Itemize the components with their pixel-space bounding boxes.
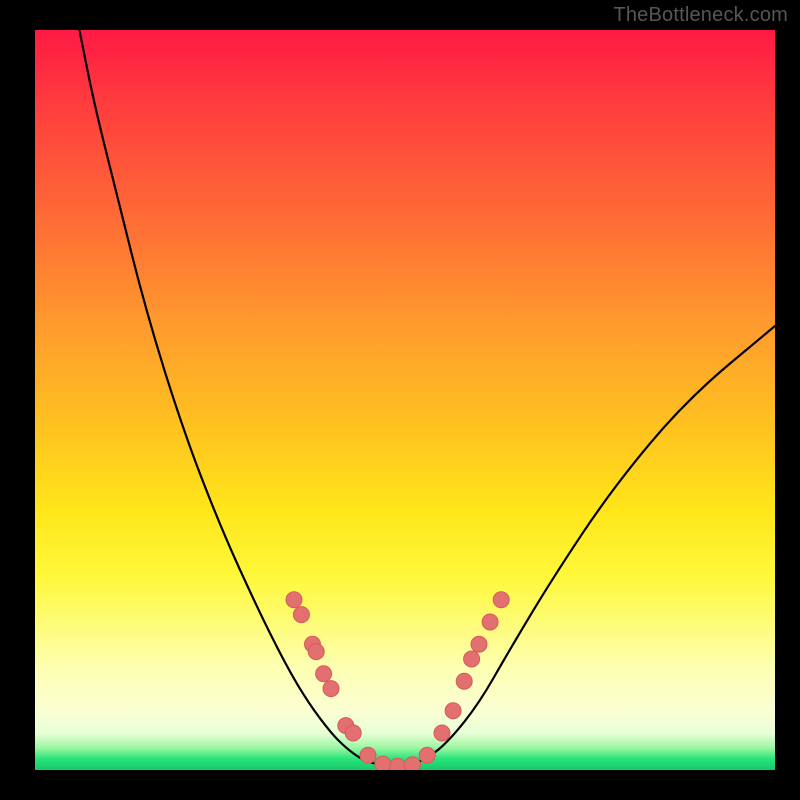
scatter-dot — [456, 673, 472, 689]
watermark-text: TheBottleneck.com — [613, 4, 788, 27]
scatter-dot — [323, 681, 339, 697]
scatter-dot — [293, 607, 309, 623]
scatter-dot — [286, 592, 302, 608]
scatter-dots-group — [286, 592, 509, 770]
scatter-dot — [390, 758, 406, 770]
scatter-dot — [445, 703, 461, 719]
scatter-dot — [482, 614, 498, 630]
chart-svg — [35, 30, 775, 770]
scatter-dot — [345, 725, 361, 741]
scatter-dot — [316, 666, 332, 682]
chart-frame: TheBottleneck.com — [0, 0, 800, 800]
plot-area — [35, 30, 775, 770]
scatter-dot — [308, 644, 324, 660]
scatter-dot — [464, 651, 480, 667]
scatter-dot — [419, 747, 435, 763]
scatter-dot — [375, 756, 391, 770]
bottleneck-curve-line — [79, 30, 775, 766]
scatter-dot — [471, 636, 487, 652]
scatter-dot — [493, 592, 509, 608]
scatter-dot — [360, 747, 376, 763]
scatter-dot — [404, 757, 420, 770]
scatter-dot — [434, 725, 450, 741]
